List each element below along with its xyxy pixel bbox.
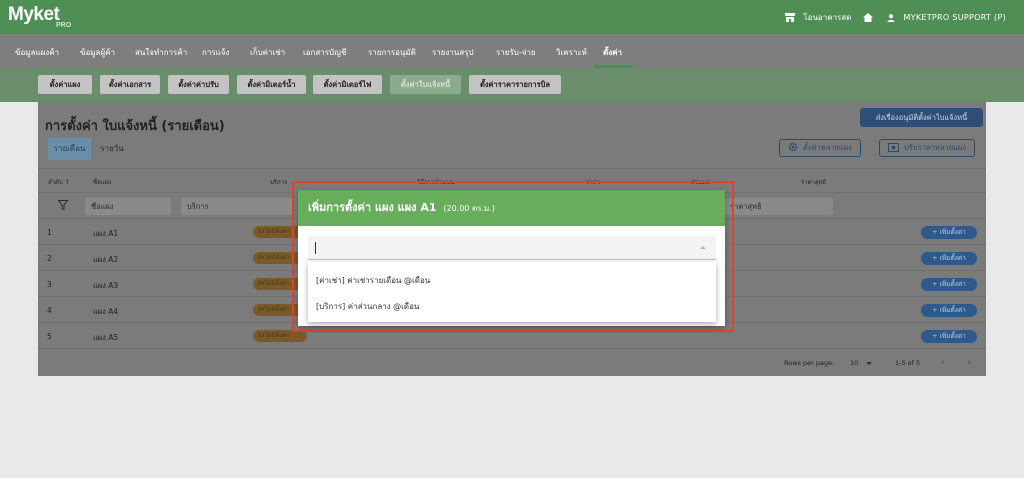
subtab-invoice-settings[interactable]: ตั้งค่าใบแจ้งหนี้ — [390, 75, 461, 94]
subtab-water-meter-settings[interactable]: ตั้งค่ามิเตอร์น้ำ — [237, 75, 306, 94]
settings-sub-nav: ตั้งค่าแผง ตั้งค่าเอกสาร ตั้งค่าค่าปรับ … — [0, 68, 1024, 102]
rows-per-page-select[interactable]: 10 — [850, 359, 858, 367]
service-select-input[interactable] — [308, 236, 716, 260]
top-bar: Myket PRO โอนอาคารสด MYKETPRO SUPPORT (P… — [0, 0, 1024, 34]
row-order: 1 — [47, 228, 52, 237]
row-name: แผง A5 — [93, 333, 119, 342]
nav-item-settings[interactable]: ตั้งค่า — [603, 46, 622, 59]
row-name: แผง A2 — [93, 255, 119, 264]
add-setting-button[interactable]: + เพิ่มตั้งค่า — [921, 278, 977, 291]
building-name[interactable]: โอนอาคารสด — [803, 11, 851, 24]
nav-item-notify[interactable]: การแจ้ง — [202, 46, 229, 59]
main-nav: ข้อมูลแผงค้า ข้อมูลผู้ค้า สนใจทำการค้า ก… — [0, 34, 1024, 68]
app-logo[interactable]: Myket — [8, 4, 60, 26]
dialog-area: (20.00 ตร.ม.) — [443, 204, 495, 213]
nav-item-collect-rent[interactable]: เก็บค่าเช่า — [250, 46, 285, 59]
money-icon — [888, 142, 899, 154]
add-setting-button[interactable]: + เพิ่มตั้งค่า — [921, 252, 977, 265]
nav-item-income-expense[interactable]: รายรับ-จ่าย — [496, 46, 536, 59]
nav-item-vendor-info[interactable]: ข้อมูลผู้ค้า — [80, 46, 115, 59]
multi-price-button[interactable]: ปรับราคาหลายแผง — [879, 139, 976, 157]
nav-item-accounting-docs[interactable]: เอกสารบัญชี — [303, 46, 346, 59]
gear-icon — [788, 142, 798, 154]
row-order: 2 — [47, 254, 52, 263]
multi-setting-label: ตั้งค่าหลายแผง — [803, 143, 852, 152]
tab-daily[interactable]: รายวัน — [91, 138, 133, 160]
filter-name-input[interactable]: ชื่อแผง — [85, 198, 171, 215]
row-name: แผง A3 — [93, 281, 119, 290]
service-options-dropdown: [ค่าเช่า] ค่าเช่ารายเดือน @เดือน [บริการ… — [308, 262, 716, 322]
header-name[interactable]: ชื่อแผง — [93, 177, 111, 187]
filter-icon[interactable] — [57, 200, 69, 212]
add-setting-button[interactable]: + เพิ่มตั้งค่า — [921, 304, 977, 317]
page-range: 1-5 of 5 — [895, 359, 921, 367]
add-setting-button[interactable]: + เพิ่มตั้งค่า — [921, 226, 977, 239]
app-logo-sub: PRO — [56, 22, 72, 29]
nav-item-summary-report[interactable]: รายงานสรุป — [432, 46, 474, 59]
header-service[interactable]: บริการ — [270, 177, 287, 187]
tab-monthly[interactable]: รายเดือน — [48, 138, 91, 160]
nav-item-analysis[interactable]: วิเคราะห์ — [556, 46, 587, 59]
nav-item-interested[interactable]: สนใจทำการค้า — [135, 46, 187, 59]
row-order: 3 — [47, 280, 52, 289]
user-icon[interactable] — [887, 13, 896, 22]
pagination: Rows per page: 10 1-5 of 5 ‹ › — [38, 348, 986, 376]
subtab-stall-settings[interactable]: ตั้งค่าแผง — [38, 75, 92, 94]
next-page-icon[interactable]: › — [967, 357, 971, 368]
nav-item-stall-info[interactable]: ข้อมูลแผงค้า — [15, 46, 59, 59]
row-name: แผง A1 — [93, 229, 119, 238]
building-icon[interactable] — [785, 13, 796, 22]
subtab-fine-settings[interactable]: ตั้งค่าค่าปรับ — [168, 75, 229, 94]
rows-per-page-label: Rows per page: — [784, 359, 835, 367]
subtab-electric-meter-settings[interactable]: ตั้งค่ามิเตอร์ไฟ — [313, 75, 382, 94]
subtab-document-settings[interactable]: ตั้งค่าเอกสาร — [100, 75, 160, 94]
home-icon[interactable] — [863, 13, 874, 22]
multi-setting-button[interactable]: ตั้งค่าหลายแผง — [779, 139, 861, 157]
row-name: แผง A4 — [93, 307, 119, 316]
dialog-title: เพิ่มการตั้งค่า แผง แผง A1 — [308, 201, 437, 214]
add-setting-button[interactable]: + เพิ่มตั้งค่า — [921, 330, 977, 343]
top-bar-right: โอนอาคารสด MYKETPRO SUPPORT (P) — [785, 11, 1006, 24]
filter-service-input[interactable]: บริการ — [181, 198, 293, 215]
dialog-header: เพิ่มการตั้งค่า แผง แผง A1 (20.00 ตร.ม.) — [298, 190, 725, 226]
row-order: 5 — [47, 332, 52, 341]
send-approval-button[interactable]: ส่งเรื่องอนุมัติตั้งค่าใบแจ้งหนี้ — [860, 108, 983, 127]
header-net[interactable]: ราคาสุทธิ — [801, 177, 826, 187]
prev-page-icon[interactable]: ‹ — [941, 357, 945, 368]
nav-item-approvals[interactable]: รายการอนุมัติ — [368, 46, 416, 59]
rows-select-arrow-icon[interactable] — [866, 362, 872, 365]
text-caret — [315, 242, 316, 254]
chevron-up-icon[interactable] — [700, 246, 706, 249]
header-order[interactable]: ลำดับ ↑ — [48, 177, 70, 187]
option-common-fee[interactable]: [บริการ] ค่าส่วนกลาง @เดือน — [316, 300, 419, 313]
option-monthly-rent[interactable]: [ค่าเช่า] ค่าเช่ารายเดือน @เดือน — [316, 274, 430, 287]
multi-price-label: ปรับราคาหลายแผง — [904, 143, 967, 152]
row-order: 4 — [47, 306, 52, 315]
page-title: การตั้งค่า ใบแจ้งหนี้ (รายเดือน) — [45, 119, 225, 134]
user-name[interactable]: MYKETPRO SUPPORT (P) — [903, 13, 1006, 22]
subtab-bill-price-settings[interactable]: ตั้งค่าราคารายการบิล — [469, 75, 561, 94]
